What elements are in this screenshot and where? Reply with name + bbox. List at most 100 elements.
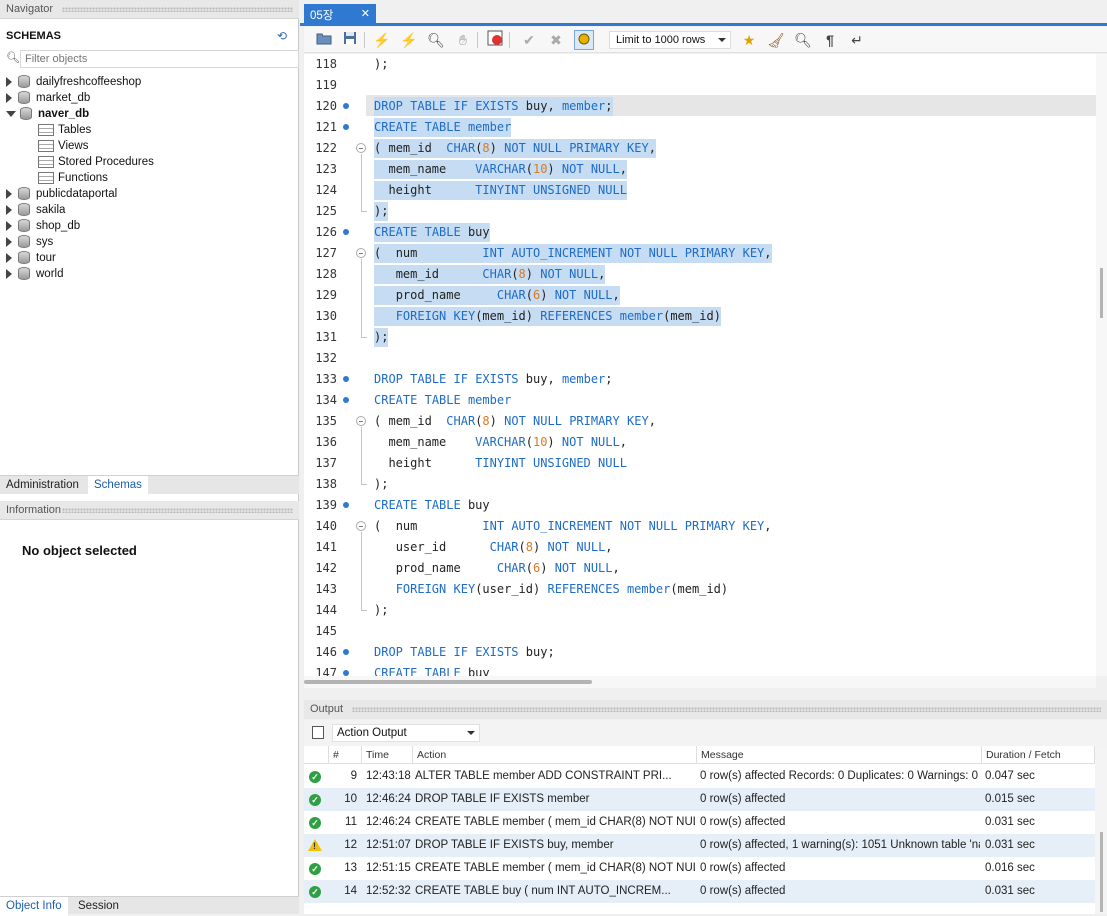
column-header-message[interactable]: Message [697,746,982,764]
expand-arrow-icon[interactable] [6,252,12,263]
schema-item[interactable]: world [6,266,63,282]
execute-current-icon[interactable]: ⚡ [399,30,419,50]
tab-query-05[interactable]: 05장 ✕ [304,4,376,24]
add-snippet-star-icon[interactable]: ★ [739,30,759,50]
refresh-icon[interactable]: ⟲ [275,29,289,43]
code-line[interactable]: ); [374,55,388,74]
filter-objects-input[interactable] [20,50,299,68]
schema-item[interactable]: shop_db [6,218,80,234]
expand-arrow-icon[interactable] [6,268,12,279]
code-line[interactable]: DROP TABLE IF EXISTS buy, member; [374,97,613,116]
column-header-duration[interactable]: Duration / Fetch [982,746,1095,764]
code-line[interactable]: CREATE TABLE member [374,391,511,410]
code-line[interactable]: prod_name CHAR(6) NOT NULL, [374,286,620,305]
fold-toggle-icon[interactable] [356,416,366,426]
expand-arrow-icon[interactable] [6,236,12,247]
save-icon[interactable] [340,30,360,50]
column-header-action[interactable]: Action [413,746,697,764]
copy-icon[interactable] [309,723,324,739]
code-line[interactable]: ); [374,328,389,347]
output-vertical-scrollbar[interactable] [1095,746,1107,914]
close-icon[interactable]: ✕ [361,7,370,20]
cell-duration: 0.031 sec [985,885,1035,897]
tree-item-stored-procedures[interactable]: Stored Procedures [38,154,154,170]
code-line[interactable]: ); [374,202,389,221]
wrap-lines-icon[interactable]: ↵ [847,30,867,50]
open-folder-icon[interactable] [314,30,334,50]
code-line[interactable]: ( mem_id CHAR(8) NOT NULL PRIMARY KEY, [374,139,656,158]
code-line[interactable]: CREATE TABLE member [374,118,512,137]
line-number: 131 [315,330,337,344]
stop-hand-icon[interactable]: ✋︎ [453,30,473,50]
code-line[interactable]: CREATE TABLE buy [374,223,490,242]
invisible-chars-icon[interactable]: ¶ [820,30,840,50]
line-number: 144 [315,603,337,617]
sql-editor[interactable]: 118); 119 120 DROP TABLE IF EXISTS buy, mem… [304,54,1096,676]
code-line[interactable]: mem_name VARCHAR(10) NOT NULL, [374,160,627,179]
expand-arrow-icon[interactable] [6,76,12,87]
code-line[interactable]: ( mem_id CHAR(8) NOT NULL PRIMARY KEY, [374,412,656,431]
output-type-select[interactable]: Action Output [332,724,480,742]
schema-item[interactable]: sakila [6,202,65,218]
expand-arrow-icon[interactable] [6,204,12,215]
line-number: 130 [315,309,337,323]
column-header-number[interactable]: # [329,746,362,764]
beautify-broom-icon[interactable]: 🧹︎ [766,30,786,50]
expand-arrow-icon[interactable] [6,188,12,199]
cell-num: 12 [344,839,357,851]
fold-toggle-icon[interactable] [356,521,366,531]
output-row[interactable]: ! 12 12:51:07 DROP TABLE IF EXISTS buy, mem… [304,834,1095,857]
code-line[interactable]: mem_id CHAR(8) NOT NULL, [374,265,606,284]
code-line[interactable]: FOREIGN KEY(mem_id) REFERENCES member(me… [374,307,721,326]
tree-item-functions[interactable]: Functions [38,170,108,186]
code-line[interactable]: mem_name VARCHAR(10) NOT NULL, [374,433,627,452]
schema-item[interactable]: dailyfreshcoffeeshop [6,74,141,90]
expand-arrow-icon[interactable] [6,92,12,103]
output-row[interactable]: ✓ 10 12:46:24 DROP TABLE IF EXISTS member 0 … [304,788,1095,811]
commit-icon[interactable]: ✔︎ [519,30,539,50]
tree-item-views[interactable]: Views [38,138,88,154]
code-line[interactable]: CREATE TABLE buy [374,664,490,676]
code-line[interactable]: DROP TABLE IF EXISTS buy; [374,643,555,662]
find-icon[interactable]: 🔍︎ [793,30,813,50]
limit-rows-select[interactable]: Limit to 1000 rows [609,31,731,49]
code-line[interactable]: ( num INT AUTO_INCREMENT NOT NULL PRIMAR… [374,517,772,536]
filter-box: 🔍︎ [4,50,299,68]
tab-schemas[interactable]: Schemas [88,476,148,495]
collapse-arrow-icon[interactable] [6,110,16,117]
editor-vertical-scrollbar[interactable] [1096,54,1107,676]
column-header-time[interactable]: Time [362,746,413,764]
tab-object-info[interactable]: Object Info [0,897,68,916]
execute-icon[interactable]: ⚡ [372,30,392,50]
output-row[interactable]: ✓ 11 12:46:24 CREATE TABLE member ( mem_id … [304,811,1095,834]
code-line[interactable]: ); [374,601,388,620]
schema-item-naver-db[interactable]: naver_db [6,106,89,122]
output-row[interactable]: ✓ 9 12:43:18 ALTER TABLE member ADD CONSTRA… [304,765,1095,788]
explain-icon[interactable]: 🔍︎ [426,30,446,50]
tab-administration[interactable]: Administration [0,476,85,495]
schema-item[interactable]: publicdataportal [6,186,117,202]
code-line[interactable]: prod_name CHAR(6) NOT NULL, [374,559,620,578]
autocommit-icon[interactable] [574,30,594,50]
schema-item[interactable]: tour [6,250,56,266]
schema-item[interactable]: market_db [6,90,90,106]
code-line[interactable]: CREATE TABLE buy [374,496,490,515]
expand-arrow-icon[interactable] [6,220,12,231]
code-line[interactable]: ); [374,475,388,494]
code-line[interactable]: height TINYINT UNSIGNED NULL [374,454,626,473]
code-line[interactable]: DROP TABLE IF EXISTS buy, member; [374,370,613,389]
output-row[interactable]: ✓ 13 12:51:15 CREATE TABLE member ( mem_id … [304,857,1095,880]
output-row[interactable]: ✓ 14 12:52:32 CREATE TABLE buy ( num INT AU… [304,880,1095,903]
fold-toggle-icon[interactable] [356,143,366,153]
tab-session[interactable]: Session [72,897,125,916]
schema-item[interactable]: sys [6,234,53,250]
code-line[interactable]: user_id CHAR(8) NOT NULL, [374,538,613,557]
code-line[interactable]: FOREIGN KEY(user_id) REFERENCES member(m… [374,580,728,599]
tree-item-tables[interactable]: Tables [38,122,91,138]
code-line[interactable]: height TINYINT UNSIGNED NULL [374,181,627,200]
code-line[interactable]: ( num INT AUTO_INCREMENT NOT NULL PRIMAR… [374,244,772,263]
editor-horizontal-scrollbar[interactable] [304,676,1096,688]
toggle-error-icon[interactable] [485,30,505,50]
fold-toggle-icon[interactable] [356,248,366,258]
rollback-icon[interactable]: ✖︎ [546,30,566,50]
